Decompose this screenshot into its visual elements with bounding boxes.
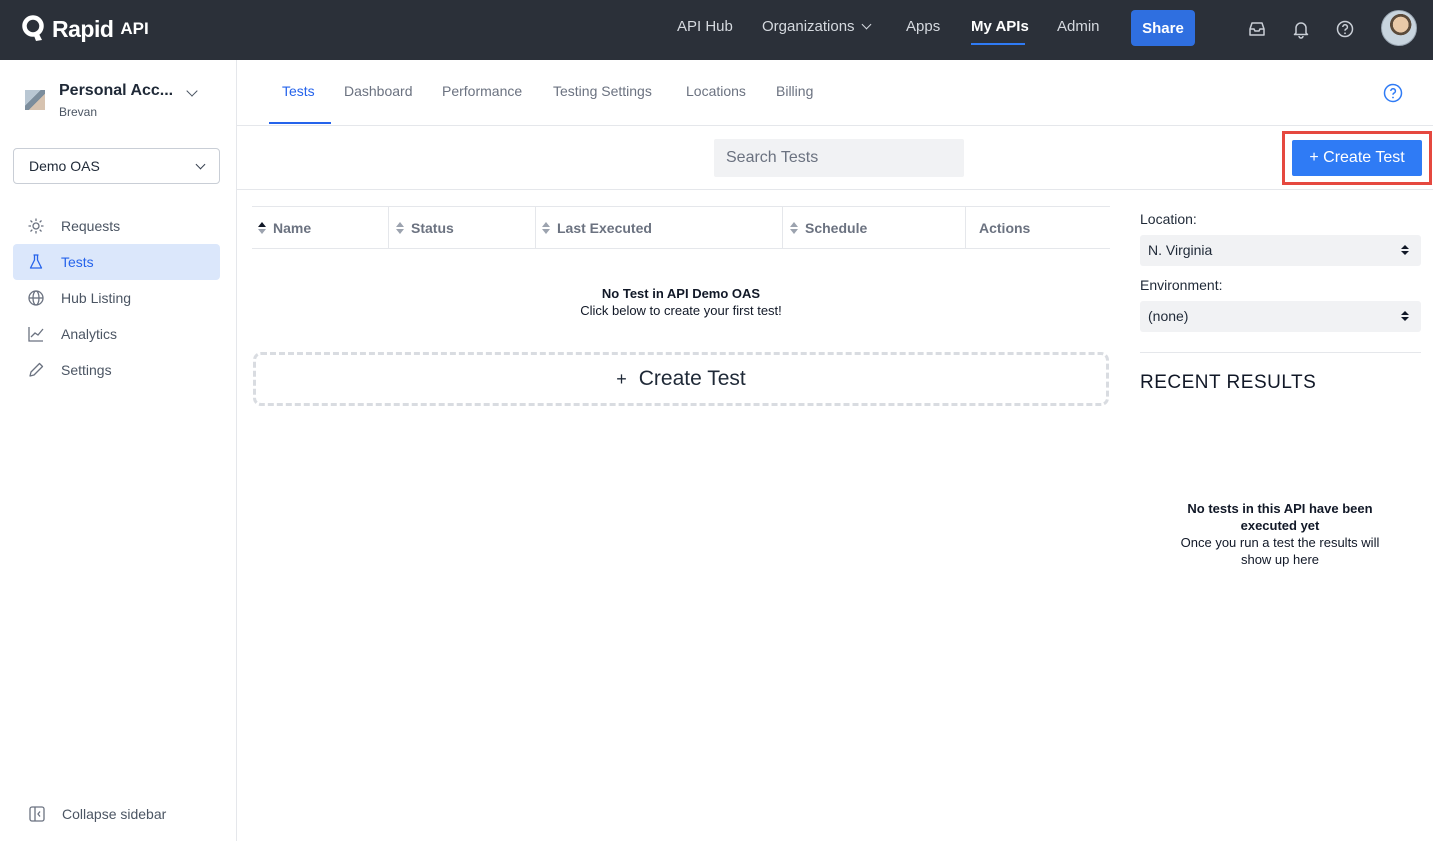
empty-state-title: No Test in API Demo OAS: [601, 286, 761, 301]
top-navbar: Rapid API API Hub Organizations Apps My …: [0, 0, 1433, 60]
sidebar-item-tests[interactable]: Tests: [13, 244, 220, 280]
select-arrows-icon: [1401, 245, 1409, 257]
search-tests-input[interactable]: [714, 139, 964, 177]
rapidapi-logo-icon: [22, 15, 44, 41]
sidebar-item-label: Hub Listing: [61, 290, 132, 306]
sort-icon: [396, 221, 404, 234]
location-label: Location:: [1140, 211, 1197, 227]
select-arrows-icon: [1401, 311, 1409, 323]
user-avatar[interactable]: [1381, 10, 1417, 46]
sidebar-item-label: Settings: [61, 362, 112, 378]
collapse-sidebar-icon: [29, 806, 45, 822]
requests-icon: [28, 218, 44, 234]
sidebar: Personal Acc... Brevan Demo OAS Requests…: [0, 60, 237, 841]
account-name[interactable]: Personal Acc...: [59, 82, 173, 100]
sidebar-item-settings[interactable]: Settings: [13, 352, 220, 388]
nav-organizations[interactable]: Organizations: [762, 18, 872, 35]
tab-performance[interactable]: Performance: [442, 83, 522, 99]
sidebar-item-requests[interactable]: Requests: [13, 208, 220, 244]
pencil-icon: [29, 362, 44, 377]
sidebar-item-hub-listing[interactable]: Hub Listing: [13, 280, 220, 316]
account-username: Brevan: [59, 105, 98, 119]
tab-active-indicator: [269, 122, 331, 124]
create-test-dropzone[interactable]: + Create Test: [253, 352, 1109, 406]
help-icon[interactable]: [1383, 83, 1403, 103]
sidebar-item-label: Requests: [61, 218, 121, 234]
tab-locations[interactable]: Locations: [686, 83, 746, 99]
plus-icon: +: [616, 368, 627, 389]
nav-organizations-label: Organizations: [762, 18, 855, 35]
tab-testing-settings[interactable]: Testing Settings: [553, 83, 652, 99]
column-last-executed[interactable]: Last Executed: [535, 207, 782, 248]
chevron-down-icon: [195, 159, 206, 170]
inbox-icon[interactable]: [1247, 19, 1267, 39]
location-value: N. Virginia: [1148, 242, 1213, 258]
create-test-button[interactable]: + Create Test: [1292, 140, 1422, 176]
column-label: Last Executed: [557, 219, 652, 236]
nav-admin[interactable]: Admin: [1057, 18, 1100, 35]
column-label: Status: [411, 219, 454, 236]
create-test-label: Create Test: [638, 367, 746, 390]
chevron-down-icon[interactable]: [186, 85, 198, 97]
collapse-sidebar-label: Collapse sidebar: [62, 806, 167, 822]
column-actions: Actions: [965, 207, 1110, 248]
sort-icon: [542, 221, 550, 234]
environment-select[interactable]: (none): [1140, 301, 1421, 332]
sort-icon: [258, 221, 266, 234]
recent-empty-subtitle: Once you run a test the results will sho…: [1180, 535, 1380, 567]
column-label: Schedule: [805, 219, 868, 236]
divider: [1140, 352, 1421, 353]
location-select[interactable]: N. Virginia: [1140, 235, 1421, 266]
flask-icon: [29, 254, 43, 269]
help-icon[interactable]: [1335, 19, 1355, 39]
sort-icon: [790, 221, 798, 234]
bell-icon[interactable]: [1291, 19, 1311, 39]
column-name[interactable]: Name: [258, 207, 388, 248]
tab-dashboard[interactable]: Dashboard: [344, 83, 413, 99]
column-schedule[interactable]: Schedule: [782, 207, 965, 248]
environment-value: (none): [1148, 308, 1189, 324]
environment-label: Environment:: [1140, 277, 1223, 293]
tab-bar: Tests Dashboard Performance Testing Sett…: [237, 60, 1433, 126]
tab-billing[interactable]: Billing: [776, 83, 813, 99]
recent-results-title: RECENT RESULTS: [1140, 372, 1317, 393]
nav-active-indicator: [971, 43, 1025, 45]
tests-table-header: Name Status Last Executed Schedule Actio…: [252, 206, 1110, 249]
chart-icon: [28, 327, 44, 342]
tests-toolbar: + Create Test: [237, 126, 1433, 190]
chevron-down-icon: [861, 19, 872, 30]
api-select-value: Demo OAS: [29, 158, 100, 174]
nav-apps[interactable]: Apps: [906, 18, 940, 35]
rapidapi-logo[interactable]: Rapid API: [22, 14, 149, 44]
globe-icon: [28, 290, 44, 306]
sidebar-item-label: Tests: [61, 254, 94, 270]
recent-empty-title: No tests in this API have been executed …: [1187, 501, 1373, 533]
tab-tests[interactable]: Tests: [282, 83, 315, 99]
empty-state-subtitle: Click below to create your first test!: [580, 303, 782, 318]
sidebar-item-label: Analytics: [61, 326, 118, 342]
share-button[interactable]: Share: [1131, 10, 1195, 46]
sidebar-item-analytics[interactable]: Analytics: [13, 316, 220, 352]
column-label: Name: [273, 219, 312, 236]
brand-suffix: API: [120, 19, 149, 38]
api-select[interactable]: Demo OAS: [13, 148, 220, 184]
brand-name: Rapid: [52, 15, 114, 42]
column-status[interactable]: Status: [388, 207, 535, 248]
nav-my-apis[interactable]: My APIs: [971, 18, 1029, 35]
nav-api-hub[interactable]: API Hub: [677, 18, 733, 35]
column-label: Actions: [979, 219, 1031, 236]
account-avatar: [25, 90, 45, 110]
